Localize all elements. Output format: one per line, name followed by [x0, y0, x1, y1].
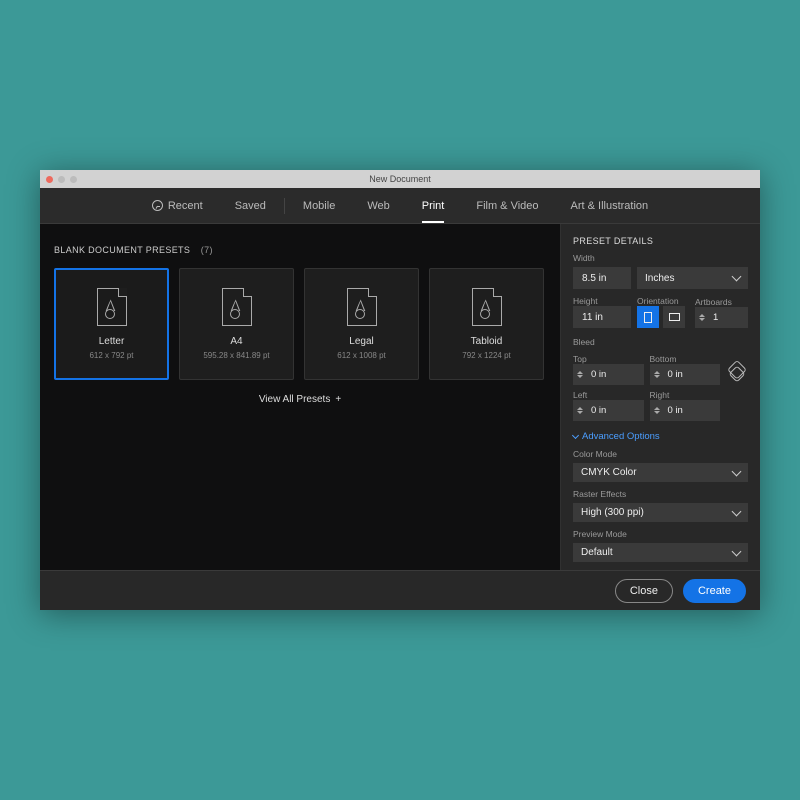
orientation-label: Orientation	[637, 296, 689, 306]
bleed-right-input[interactable]: 0 in	[650, 400, 721, 421]
tab-recent[interactable]: Recent	[136, 188, 219, 223]
plus-icon: +	[335, 394, 341, 405]
raster-effects-select[interactable]: High (300 ppi)	[573, 503, 748, 522]
tab-web[interactable]: Web	[351, 188, 405, 223]
chevron-down-icon	[572, 431, 579, 438]
divider	[284, 198, 285, 214]
view-all-presets[interactable]: View All Presets+	[54, 394, 546, 405]
tab-art-illustration[interactable]: Art & Illustration	[555, 188, 665, 223]
chevron-down-icon	[732, 466, 742, 476]
stepper-icon[interactable]	[699, 314, 709, 321]
tab-print[interactable]: Print	[406, 188, 461, 223]
details-heading: PRESET DETAILS	[573, 236, 748, 246]
preset-panel: BLANK DOCUMENT PRESETS (7) Letter 612 x …	[40, 224, 560, 570]
preset-card-tabloid[interactable]: Tabloid 792 x 1224 pt	[429, 268, 544, 380]
window-minimize-dot[interactable]	[58, 176, 65, 183]
clock-icon	[152, 200, 163, 211]
close-button[interactable]: Close	[615, 579, 673, 603]
window-close-dot[interactable]	[46, 176, 53, 183]
height-label: Height	[573, 296, 631, 306]
bleed-label: Bleed	[573, 337, 748, 347]
chevron-down-icon	[732, 506, 742, 516]
raster-effects-label: Raster Effects	[573, 489, 748, 499]
advanced-options-toggle[interactable]: Advanced Options	[573, 431, 748, 442]
tab-mobile[interactable]: Mobile	[287, 188, 351, 223]
tab-film-video[interactable]: Film & Video	[460, 188, 554, 223]
tab-saved[interactable]: Saved	[219, 188, 282, 223]
link-bleed-toggle[interactable]	[726, 351, 748, 397]
document-icon	[472, 288, 502, 326]
document-icon	[347, 288, 377, 326]
units-select[interactable]: Inches	[637, 267, 748, 289]
color-mode-select[interactable]: CMYK Color	[573, 463, 748, 482]
document-icon	[97, 288, 127, 326]
height-input[interactable]: 11 in	[573, 306, 631, 328]
link-icon	[729, 366, 746, 383]
preview-mode-label: Preview Mode	[573, 529, 748, 539]
preset-heading: BLANK DOCUMENT PRESETS (7)	[54, 240, 546, 258]
width-input[interactable]: 8.5 in	[573, 267, 631, 289]
orientation-landscape[interactable]	[663, 306, 685, 328]
width-label: Width	[573, 253, 748, 263]
preset-card-legal[interactable]: Legal 612 x 1008 pt	[304, 268, 419, 380]
chevron-down-icon	[732, 546, 742, 556]
document-icon	[222, 288, 252, 326]
color-mode-label: Color Mode	[573, 449, 748, 459]
landscape-icon	[669, 313, 680, 321]
window-title: New Document	[40, 174, 760, 184]
orientation-portrait[interactable]	[637, 306, 659, 328]
window-maximize-dot[interactable]	[70, 176, 77, 183]
artboards-label: Artboards	[695, 297, 748, 307]
preset-details-panel: PRESET DETAILS Width 8.5 in Inches Heigh…	[560, 224, 760, 570]
create-button[interactable]: Create	[683, 579, 746, 603]
category-tabs: Recent Saved Mobile Web Print Film & Vid…	[40, 188, 760, 224]
new-document-dialog: New Document Recent Saved Mobile Web Pri…	[40, 170, 760, 610]
bleed-top-input[interactable]: 0 in	[573, 364, 644, 385]
bleed-bottom-input[interactable]: 0 in	[650, 364, 721, 385]
chevron-down-icon	[732, 272, 742, 282]
titlebar: New Document	[40, 170, 760, 188]
preview-mode-select[interactable]: Default	[573, 543, 748, 562]
preset-card-letter[interactable]: Letter 612 x 792 pt	[54, 268, 169, 380]
preset-card-a4[interactable]: A4 595.28 x 841.89 pt	[179, 268, 294, 380]
artboards-input[interactable]: 1	[695, 307, 748, 328]
dialog-footer: Close Create	[40, 570, 760, 610]
portrait-icon	[644, 312, 652, 323]
bleed-left-input[interactable]: 0 in	[573, 400, 644, 421]
